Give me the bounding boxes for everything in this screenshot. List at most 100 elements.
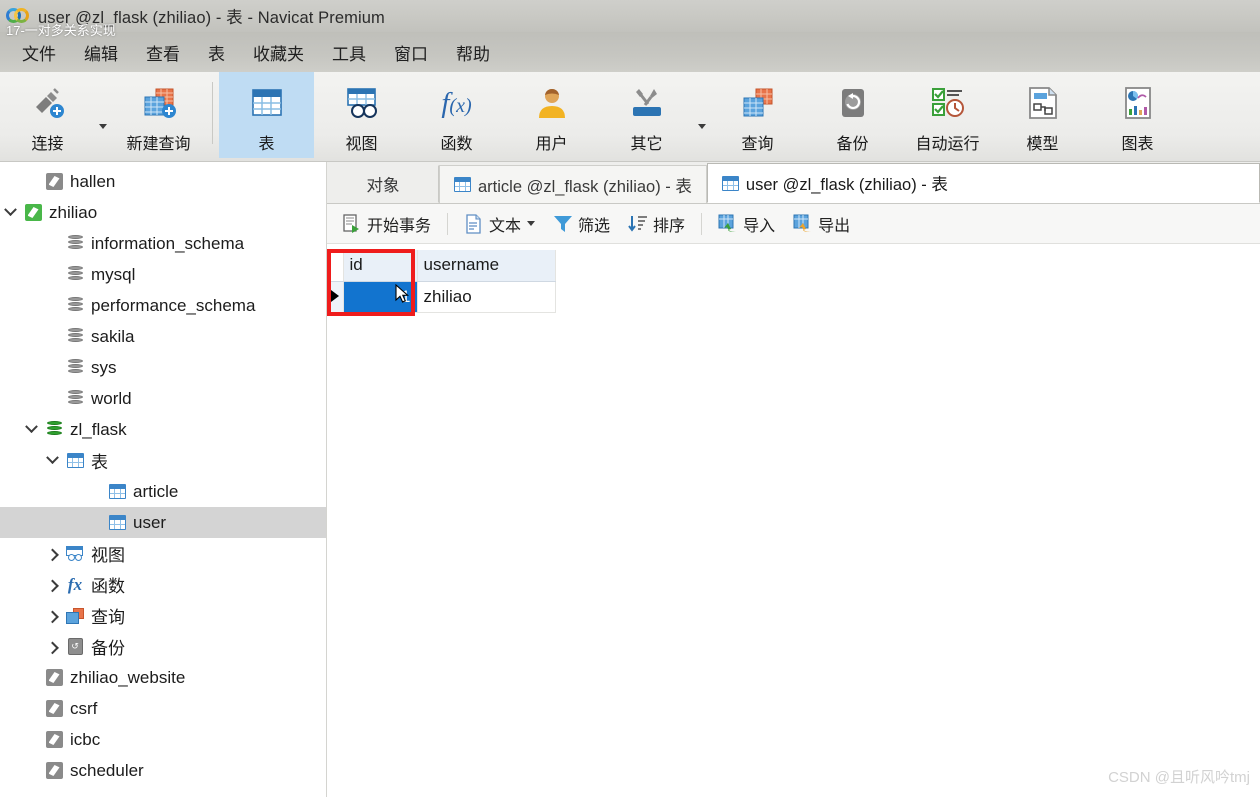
tree-item-csrf[interactable]: csrf [0,693,326,724]
ribbon-button-backup[interactable]: 备份 [805,72,900,158]
tree-item-sys[interactable]: sys [0,352,326,383]
database-gray-icon [62,235,88,252]
tree-item-user[interactable]: user [0,507,326,538]
column-header-id[interactable]: id [343,250,418,282]
ribbon-button-label: 其它 [630,136,663,153]
automation-icon [925,82,971,124]
chevron-down-icon[interactable] [694,72,710,158]
chevron-down-icon[interactable] [42,451,62,471]
menu-window[interactable]: 窗口 [380,37,442,68]
chart-icon [1115,82,1161,124]
table-blue-icon [721,175,739,191]
menu-help[interactable]: 帮助 [442,37,504,68]
ribbon-button-other-tools[interactable]: 其它 [599,72,694,158]
tree-item-performance_schema[interactable]: performance_schema [0,290,326,321]
connection-sqlite-icon [45,700,63,717]
chevron-down-icon[interactable] [21,420,41,440]
tree-item-information_schema[interactable]: information_schema [0,228,326,259]
chevron-down-icon[interactable] [0,203,20,223]
cell-username[interactable]: zhiliao [417,281,556,313]
table-row[interactable]: 1 zhiliao [327,281,556,313]
tree-item-sakila[interactable]: sakila [0,321,326,352]
database-gray-icon [62,266,88,283]
table-blue-icon [108,515,126,530]
function-fx-icon: fx [67,574,83,594]
tree-item-zhiliao[interactable]: zhiliao [0,197,326,228]
ribbon-button-model[interactable]: 模型 [995,72,1090,158]
other-tools-icon [624,82,670,124]
tab-article[interactable]: article @zl_flask (zhiliao) - 表 [439,165,707,203]
menu-edit[interactable]: 编辑 [70,37,132,68]
ribbon-button-label: 查询 [741,136,774,153]
grid-toolbar-text[interactable]: 文本 [456,209,543,239]
chevron-down-icon[interactable] [527,221,536,226]
ribbon-button-table[interactable]: 表 [219,72,314,158]
tree-item-article[interactable]: article [0,476,326,507]
tree-item-mysql[interactable]: mysql [0,259,326,290]
grid-toolbar-begin-transaction[interactable]: 开始事务 [334,209,439,239]
ribbon-button-view[interactable]: 视图 [314,72,409,158]
tree-item-[interactable]: 表 [0,445,326,476]
ribbon-button-label: 视图 [345,136,378,153]
menu-tools[interactable]: 工具 [318,37,380,68]
view-icon [339,82,385,124]
grid-toolbar-sort[interactable]: 排序 [620,209,693,239]
tab-strip: 对象 article @zl_flask (zhiliao) - 表 user @z… [327,162,1260,204]
menu-view[interactable]: 查看 [132,37,194,68]
grid-toolbar-label: 排序 [653,217,686,235]
tree-item-hallen[interactable]: hallen [0,166,326,197]
tree-item-label: article [133,481,179,501]
tab-objects[interactable]: 对象 [327,165,439,203]
tree-item-label: 视图 [91,546,125,565]
menu-favorites[interactable]: 收藏夹 [239,37,318,68]
tab-user[interactable]: user @zl_flask (zhiliao) - 表 [706,163,1260,203]
model-icon [1020,82,1066,124]
ribbon-button-automation[interactable]: 自动运行 [900,72,995,158]
ribbon-button-chart[interactable]: 图表 [1090,72,1185,158]
grid-toolbar-export[interactable]: 导出 [785,209,858,239]
ribbon-button-label: 函数 [440,136,473,153]
data-grid[interactable]: id username 1 zhiliao [327,250,556,313]
current-row-marker-icon [330,289,339,302]
tree-item-zhiliao_website[interactable]: zhiliao_website [0,662,326,693]
view-blue-icon [62,546,88,561]
tree-item-label: zhiliao_website [70,667,186,687]
tree-item-world[interactable]: world [0,383,326,414]
user-icon [529,82,575,124]
grid-toolbar-label: 开始事务 [367,217,432,235]
grid-toolbar-import[interactable]: 导入 [710,209,783,239]
column-header-username[interactable]: username [417,250,556,282]
table-blue-icon [108,484,126,499]
row-selector-cell[interactable] [327,281,344,313]
grid-header-row: id username [327,250,556,282]
ribbon-button-label: 模型 [1026,136,1059,153]
ribbon-button-new-query[interactable]: 新建查询 [111,72,206,158]
tree-item-icbc[interactable]: icbc [0,724,326,755]
database-green-icon [41,421,67,438]
tree-item-zl_flask[interactable]: zl_flask [0,414,326,445]
chevron-right-icon[interactable] [42,544,62,564]
chevron-right-icon[interactable] [42,575,62,595]
grid-toolbar-filter[interactable]: 筛选 [545,209,618,239]
menu-table[interactable]: 表 [194,37,239,68]
ribbon-button-function[interactable]: f(x) 函数 [409,72,504,158]
tree-item-[interactable]: 查询 [0,600,326,631]
chevron-down-icon[interactable] [95,72,111,158]
database-gray-icon [67,297,83,314]
database-gray-icon [67,266,83,283]
menu-file[interactable]: 文件 [8,37,70,68]
cell-id[interactable]: 1 [343,281,418,313]
tree-item-scheduler[interactable]: scheduler [0,755,326,786]
ribbon-button-connection[interactable]: 连接 [0,72,95,158]
connection-tree[interactable]: hallen zhiliao information_schema mysql perf… [0,162,327,797]
chevron-right-icon[interactable] [42,606,62,626]
tree-item-[interactable]: fx 函数 [0,569,326,600]
tree-item-[interactable]: 视图 [0,538,326,569]
database-gray-icon [67,359,83,376]
tree-item-[interactable]: ↺ 备份 [0,631,326,662]
tree-item-label: 函数 [91,577,125,596]
ribbon-button-user[interactable]: 用户 [504,72,599,158]
chevron-right-icon[interactable] [42,637,62,657]
tree-item-label: world [91,388,132,408]
ribbon-button-query[interactable]: 查询 [710,72,805,158]
